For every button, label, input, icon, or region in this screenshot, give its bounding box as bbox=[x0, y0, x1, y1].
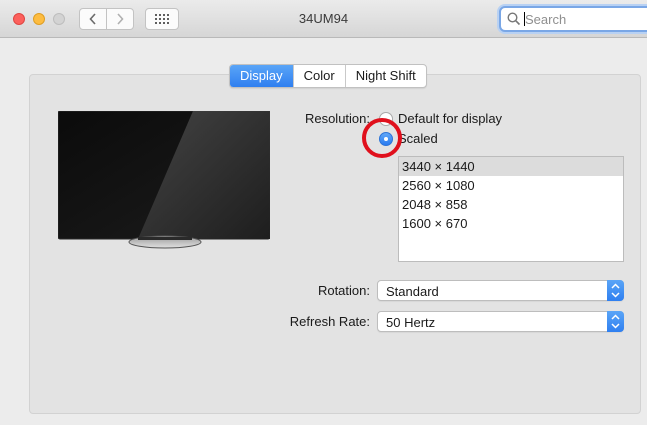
search-field[interactable]: Search bbox=[499, 6, 647, 32]
resolution-label: Resolution: bbox=[304, 111, 370, 126]
refresh-rate-label: Refresh Rate: bbox=[289, 314, 370, 329]
tab-night-shift[interactable]: Night Shift bbox=[344, 65, 426, 87]
radio-label-default: Default for display bbox=[398, 111, 503, 126]
monitor-illustration bbox=[58, 111, 270, 249]
radio-label-scaled: Scaled bbox=[398, 131, 438, 146]
resolution-option[interactable]: 3440 × 1440 bbox=[399, 157, 623, 176]
resolution-option[interactable]: 2560 × 1080 bbox=[399, 176, 623, 195]
refresh-rate-value: 50 Hertz bbox=[386, 315, 436, 330]
rotation-select[interactable]: Standard bbox=[377, 280, 624, 301]
title-bar: 34UM94 Search bbox=[0, 0, 647, 38]
tab-color[interactable]: Color bbox=[292, 65, 345, 87]
scaled-resolution-list[interactable]: 3440 × 1440 2560 × 1080 2048 × 858 1600 … bbox=[398, 156, 624, 262]
rotation-value: Standard bbox=[386, 284, 439, 299]
tab-bar: Display Color Night Shift bbox=[229, 64, 427, 88]
resolution-option[interactable]: 2048 × 858 bbox=[399, 195, 623, 214]
search-placeholder: Search bbox=[525, 12, 567, 27]
stepper-arrows-icon bbox=[607, 280, 624, 301]
rotation-label: Rotation: bbox=[317, 283, 370, 298]
refresh-rate-select[interactable]: 50 Hertz bbox=[377, 311, 624, 332]
annotation-circle bbox=[362, 118, 402, 158]
resolution-option[interactable]: 1600 × 670 bbox=[399, 214, 623, 233]
tab-display[interactable]: Display bbox=[230, 65, 293, 87]
stepper-arrows-icon bbox=[607, 311, 624, 332]
radio-default-for-display[interactable]: Default for display bbox=[379, 111, 502, 126]
search-icon bbox=[507, 12, 521, 26]
